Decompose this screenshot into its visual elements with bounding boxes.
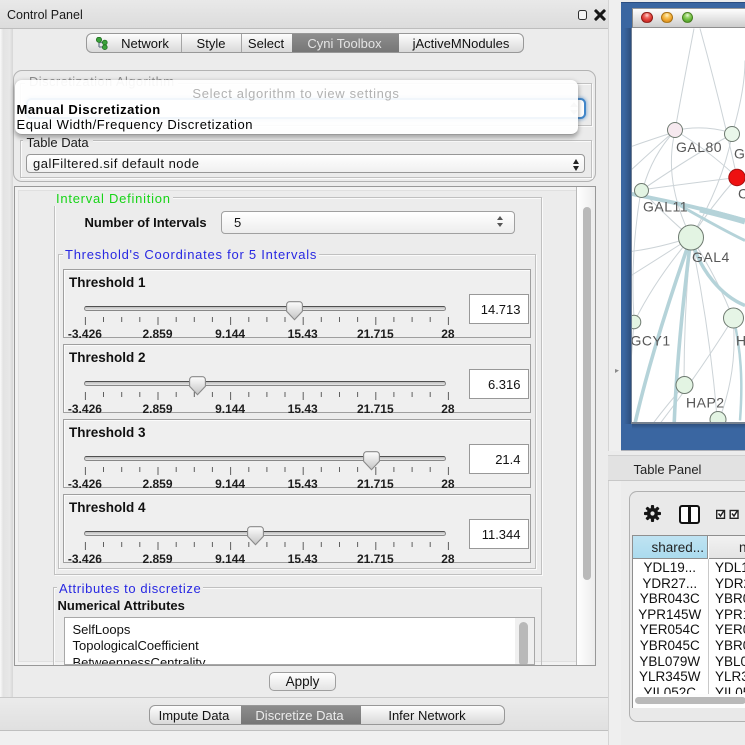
svg-text:GAL4: GAL4	[692, 249, 730, 265]
svg-text:GAL2: GAL2	[734, 145, 745, 161]
svg-text:C: C	[738, 185, 745, 201]
svg-text:H: H	[736, 332, 745, 348]
svg-text:GCY1: GCY1	[632, 332, 671, 348]
svg-text:GAL80: GAL80	[676, 139, 722, 155]
svg-text:HAP2: HAP2	[686, 394, 725, 410]
svg-text:GAL11: GAL11	[643, 198, 688, 214]
